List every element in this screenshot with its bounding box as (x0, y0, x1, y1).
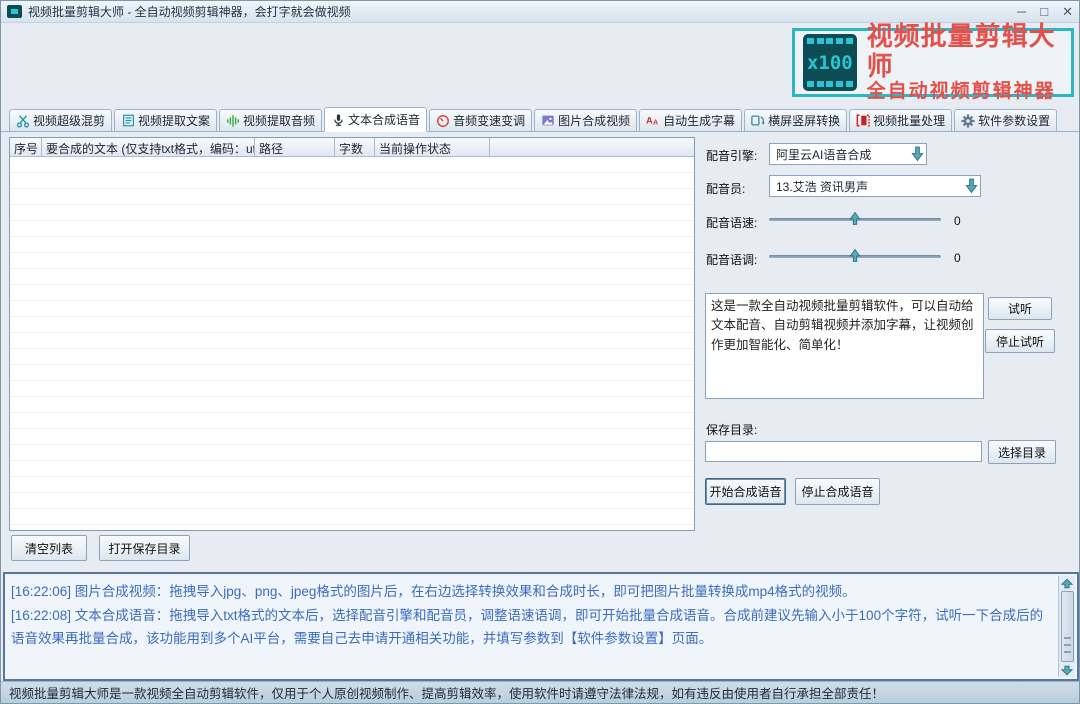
tab-video-super-mix[interactable]: 视频超级混剪 (9, 109, 112, 132)
minimize-button[interactable]: ─ (1017, 1, 1026, 23)
column-header-status[interactable]: 当前操作状态 (375, 138, 490, 156)
scroll-down-icon[interactable] (1059, 663, 1076, 677)
document-icon (121, 114, 135, 128)
close-button[interactable]: ✕ (1062, 1, 1073, 23)
tab-auto-subtitles[interactable]: AA 自动生成字幕 (639, 109, 742, 132)
start-synthesis-button[interactable]: 开始合成语音 (705, 478, 786, 505)
save-dir-input[interactable] (705, 441, 982, 462)
column-header-text[interactable]: 要合成的文本 (仅支持txt格式，编码：utf-8) (42, 138, 255, 156)
text-list-table[interactable]: 序号 要合成的文本 (仅支持txt格式，编码：utf-8) 路径 字数 当前操作… (9, 137, 695, 531)
save-dir-label: 保存目录: (706, 421, 757, 438)
clear-list-button[interactable]: 清空列表 (11, 535, 87, 561)
preview-text-area[interactable]: 这是一款全自动视频批量剪辑软件，可以自动给文本配音、自动剪辑视频并添加字幕，让视… (705, 293, 984, 399)
brand-logo: x100 视频批量剪辑大师 全自动视频剪辑神器 (792, 28, 1074, 97)
log-line: [16:22:06] 图片合成视频：拖拽导入jpg、png、jpeg格式的图片后… (11, 580, 1053, 603)
log-line: [16:22:08] 文本合成语音：拖拽导入txt格式的文本后，选择配音引擎和配… (11, 604, 1053, 650)
x100-badge-icon: x100 (803, 34, 857, 91)
open-save-dir-button[interactable]: 打开保存目录 (99, 535, 190, 561)
slider-thumb-icon[interactable] (849, 211, 861, 229)
subtitle-icon: AA (646, 114, 660, 128)
listen-button[interactable]: 试听 (988, 297, 1052, 320)
engine-dropdown[interactable]: 阿里云AI语音合成 (769, 143, 927, 165)
tab-video-batch-process[interactable]: 视频批量处理 (849, 109, 952, 132)
dropdown-arrow-icon (911, 146, 924, 162)
voice-label: 配音员: (706, 180, 745, 197)
engine-label: 配音引擎: (706, 147, 757, 164)
voice-dropdown[interactable]: 13.艾浩 资讯男声 (769, 175, 981, 197)
column-header-path[interactable]: 路径 (255, 138, 335, 156)
tab-text-to-speech[interactable]: 文本合成语音 (324, 107, 427, 132)
speed-slider[interactable] (769, 212, 941, 226)
column-header-filler (490, 138, 694, 156)
table-body-empty[interactable] (10, 157, 694, 530)
column-header-index[interactable]: 序号 (10, 138, 42, 156)
tab-audio-speed-pitch[interactable]: 音频变速变调 (429, 109, 532, 132)
app-window: 视频批量剪辑大师 - 全自动视频剪辑神器，会打字就会做视频 ─ □ ✕ x100… (0, 0, 1080, 704)
slider-thumb-icon[interactable] (849, 248, 861, 266)
stop-listen-button[interactable]: 停止试听 (985, 329, 1055, 353)
waveform-icon (226, 114, 240, 128)
scroll-up-icon[interactable] (1059, 576, 1076, 590)
microphone-icon (331, 113, 345, 127)
gauge-icon (436, 114, 450, 128)
title-bar: 视频批量剪辑大师 - 全自动视频剪辑神器，会打字就会做视频 ─ □ ✕ (1, 1, 1079, 23)
tab-extract-text[interactable]: 视频提取文案 (114, 109, 217, 132)
log-scrollbar[interactable] (1058, 576, 1075, 677)
maximize-button[interactable]: □ (1040, 1, 1048, 23)
log-panel[interactable]: [16:22:06] 图片合成视频：拖拽导入jpg、png、jpeg格式的图片后… (3, 572, 1079, 681)
brand-subtitle: 全自动视频剪辑神器 (867, 81, 1063, 103)
table-header: 序号 要合成的文本 (仅支持txt格式，编码：utf-8) 路径 字数 当前操作… (10, 138, 694, 157)
pitch-slider[interactable] (769, 249, 941, 263)
rotate-screen-icon (751, 114, 765, 128)
speed-label: 配音语速: (706, 214, 757, 231)
scrollbar-thumb[interactable] (1061, 591, 1074, 662)
status-text: 视频批量剪辑大师是一款视频全自动剪辑软件，仅用于个人原创视频制作、提高剪辑效率，… (9, 683, 884, 702)
column-header-count[interactable]: 字数 (335, 138, 375, 156)
tab-extract-audio[interactable]: 视频提取音频 (219, 109, 322, 132)
batch-video-icon (856, 114, 870, 128)
svg-text:A: A (646, 116, 653, 126)
badge-text: x100 (807, 52, 853, 74)
tab-orientation-convert[interactable]: 横屏竖屏转换 (744, 109, 847, 132)
speed-value: 0 (954, 214, 961, 228)
dropdown-arrow-icon (965, 178, 978, 194)
pitch-value: 0 (954, 251, 961, 265)
tab-software-settings[interactable]: 软件参数设置 (954, 109, 1057, 132)
window-title: 视频批量剪辑大师 - 全自动视频剪辑神器，会打字就会做视频 (28, 3, 351, 20)
app-icon (7, 5, 22, 18)
status-bar: 视频批量剪辑大师是一款视频全自动剪辑软件，仅用于个人原创视频制作、提高剪辑效率，… (1, 681, 1079, 703)
image-icon (541, 114, 555, 128)
svg-text:A: A (653, 119, 658, 126)
pitch-label: 配音语调: (706, 251, 757, 268)
choose-dir-button[interactable]: 选择目录 (988, 440, 1056, 464)
scissors-icon (16, 114, 30, 128)
stop-synthesis-button[interactable]: 停止合成语音 (795, 478, 880, 505)
tab-image-to-video[interactable]: 图片合成视频 (534, 109, 637, 132)
brand-title: 视频批量剪辑大师 (867, 22, 1063, 82)
tab-bar: 视频超级混剪 视频提取文案 视频提取音频 文本合成语音 音频变速变调 (9, 107, 1079, 132)
gear-icon (961, 114, 975, 128)
